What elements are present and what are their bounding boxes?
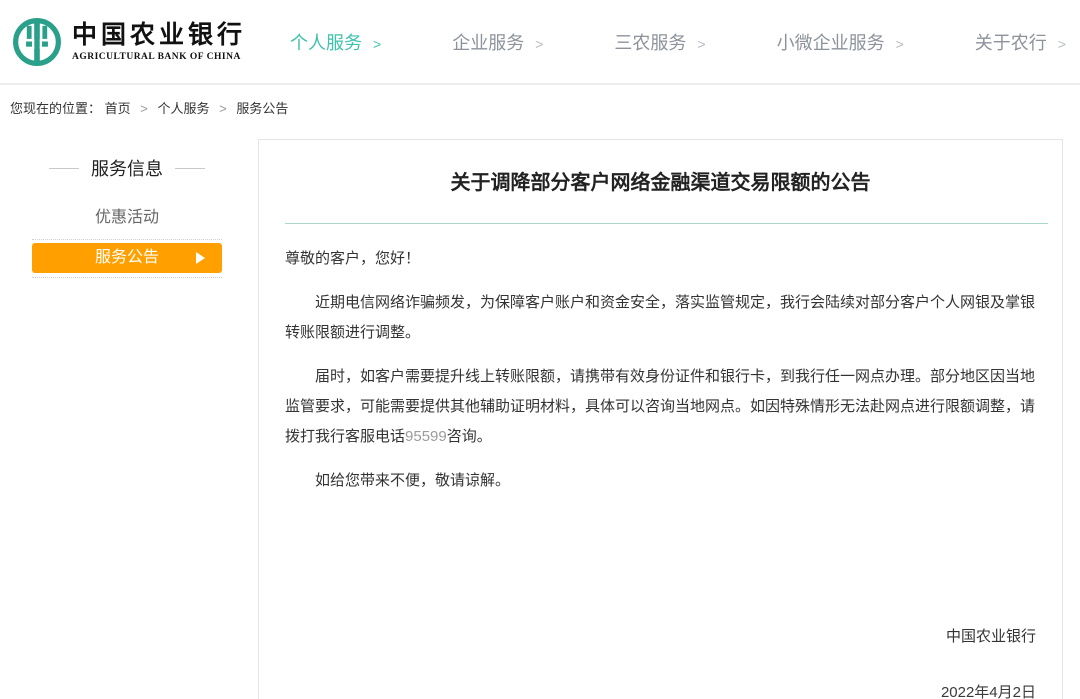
nav-item-small-business[interactable]: 小微企业服务 > [777, 29, 904, 55]
brand-name-en: AGRICULTURAL BANK OF CHINA [72, 52, 246, 62]
announcement-body: 尊敬的客户，您好！ 近期电信网络诈骗频发，为保障客户账户和资金安全，落实监管规定… [285, 244, 1036, 699]
sidebar-item-label: 优惠活动 [95, 209, 159, 226]
announcement-date: 2022年4月2日 [285, 678, 1036, 699]
sidebar-menu: 优惠活动 服务公告 [32, 197, 222, 278]
paragraph-2-text-after: 咨询。 [447, 428, 492, 445]
announcement-title: 关于调降部分客户网络金融渠道交易限额的公告 [285, 169, 1036, 197]
chevron-right-icon: > [373, 36, 381, 52]
site-header: 中国农业银行 AGRICULTURAL BANK OF CHINA 个人服务 >… [0, 0, 1080, 85]
nav-item-personal[interactable]: 个人服务 > [290, 29, 381, 55]
page: 中国农业银行 AGRICULTURAL BANK OF CHINA 个人服务 >… [0, 0, 1080, 699]
paragraph-2-text: 届时，如客户需要提升线上转账限额，请携带有效身份证件和银行卡，到我行任一网点办理… [285, 368, 1035, 445]
nav-item-label: 小微企业服务 [777, 33, 885, 53]
signature: 中国农业银行 [285, 622, 1036, 652]
sidebar-item-promotions[interactable]: 优惠活动 [32, 197, 222, 240]
arrow-right-icon [196, 252, 205, 264]
breadcrumb-personal-service[interactable]: 个人服务 [158, 101, 210, 116]
paragraph-2: 届时，如客户需要提升线上转账限额，请携带有效身份证件和银行卡，到我行任一网点办理… [285, 362, 1036, 452]
sidebar-item-service-notice[interactable]: 服务公告 [32, 240, 222, 278]
chevron-right-icon: > [535, 36, 543, 52]
nav-item-label: 企业服务 [452, 33, 524, 53]
sidebar-title-label: 服务信息 [91, 155, 163, 181]
breadcrumb-service-notice[interactable]: 服务公告 [236, 101, 288, 116]
sidebar: 服务信息 优惠活动 服务公告 [32, 139, 222, 278]
nav-item-rural[interactable]: 三农服务 > [614, 29, 705, 55]
closing-line: 如给您带来不便，敬请谅解。 [285, 466, 1036, 496]
sidebar-title: 服务信息 [32, 155, 222, 181]
nav-item-about[interactable]: 关于农行 > [975, 29, 1066, 55]
sidebar-item-label: 服务公告 [95, 248, 159, 268]
breadcrumb-separator: > [219, 101, 227, 116]
divider-dash [49, 168, 79, 169]
chevron-right-icon: > [896, 36, 904, 52]
nav-item-label: 三农服务 [614, 33, 686, 53]
service-notice-button[interactable]: 服务公告 [32, 243, 222, 273]
breadcrumb: 您现在的位置： 首页 > 个人服务 > 服务公告 [0, 85, 1080, 129]
wheat-logo-icon [12, 17, 62, 67]
content-layout: 服务信息 优惠活动 服务公告 关于调降部分客户网络金融渠道交易限额的公告 [32, 139, 1080, 699]
divider-dash [175, 168, 205, 169]
title-divider [285, 223, 1048, 224]
breadcrumb-separator: > [140, 101, 148, 116]
service-phone-number: 95599 [405, 428, 447, 445]
breadcrumb-home[interactable]: 首页 [105, 101, 131, 116]
nav-item-corporate[interactable]: 企业服务 > [452, 29, 543, 55]
nav-item-label: 关于农行 [975, 33, 1047, 53]
brand-text: 中国农业银行 AGRICULTURAL BANK OF CHINA [72, 22, 246, 62]
greeting-line: 尊敬的客户，您好！ [285, 244, 1036, 274]
brand-name-cn: 中国农业银行 [72, 22, 246, 50]
chevron-right-icon: > [1058, 36, 1066, 52]
announcement-panel: 关于调降部分客户网络金融渠道交易限额的公告 尊敬的客户，您好！ 近期电信网络诈骗… [258, 139, 1063, 699]
paragraph-1: 近期电信网络诈骗频发，为保障客户账户和资金安全，落实监管规定，我行会陆续对部分客… [285, 288, 1036, 348]
breadcrumb-prefix: 您现在的位置： [10, 101, 101, 116]
abc-logo[interactable]: 中国农业银行 AGRICULTURAL BANK OF CHINA [12, 17, 246, 67]
chevron-right-icon: > [697, 36, 705, 52]
main-nav: 个人服务 > 企业服务 > 三农服务 > 小微企业服务 > 关于农行 > [290, 29, 1080, 55]
nav-item-label: 个人服务 [290, 33, 362, 53]
